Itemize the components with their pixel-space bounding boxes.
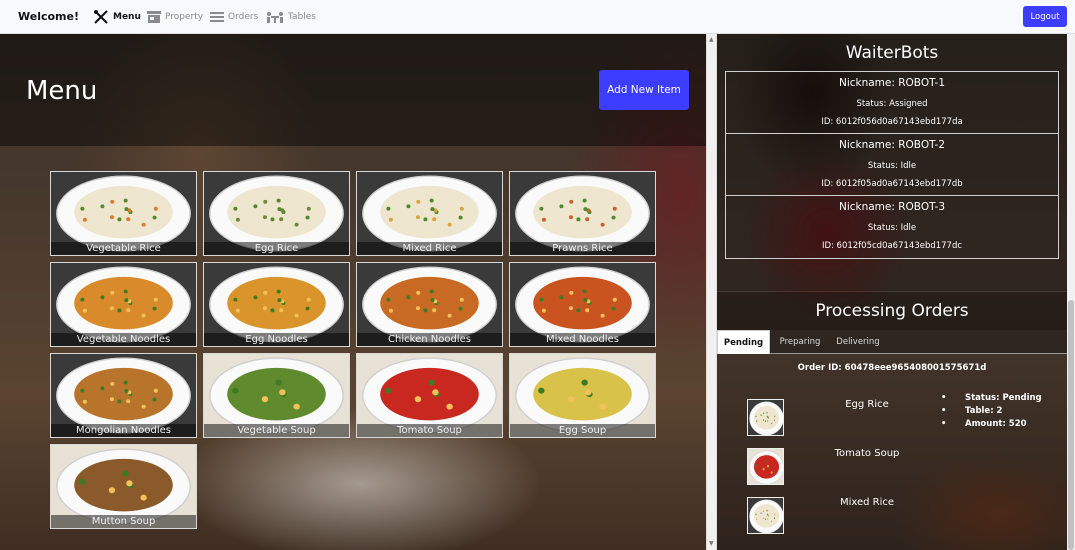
menu-item-card[interactable]: Egg Soup bbox=[509, 353, 656, 438]
nav-tables-label: Tables bbox=[288, 12, 316, 22]
order-item-thumbnail bbox=[747, 399, 784, 436]
order-item: Tomato Soup bbox=[747, 448, 927, 486]
store-icon bbox=[147, 11, 161, 23]
menu-item-card[interactable]: Chicken Noodles bbox=[356, 262, 503, 347]
menu-item-name: Prawns Rice bbox=[510, 242, 655, 255]
pane-scrollbar[interactable]: ▲ ▼ bbox=[706, 34, 717, 550]
table-icon bbox=[267, 12, 283, 23]
bot-item[interactable]: Nickname: ROBOT-2 Status: Idle ID: 6012f… bbox=[726, 134, 1058, 196]
menu-item-name: Mongolian Noodles bbox=[51, 424, 196, 437]
order-details: Status: Pending Table: 2 Amount: 520 bbox=[941, 392, 1061, 431]
nav-property-label: Property bbox=[165, 12, 204, 22]
bot-status: Status: Idle bbox=[867, 223, 917, 233]
bot-list: Nickname: ROBOT-1 Status: Assigned ID: 6… bbox=[725, 71, 1059, 259]
order-item-name: Mixed Rice bbox=[839, 497, 895, 508]
order-id: Order ID: 60478eee965408001575671d bbox=[797, 363, 987, 373]
menu-item-card[interactable]: Prawns Rice bbox=[509, 171, 656, 256]
menu-item-name: Vegetable Noodles bbox=[51, 333, 196, 346]
menu-item-name: Vegetable Rice bbox=[51, 242, 196, 255]
order-amount: Amount: 520 bbox=[941, 418, 1061, 431]
menu-header: Menu Add New Item bbox=[0, 34, 706, 146]
bot-nickname: Nickname: ROBOT-2 bbox=[838, 139, 946, 151]
bot-item[interactable]: Nickname: ROBOT-1 Status: Assigned ID: 6… bbox=[726, 72, 1058, 134]
nav-menu-label: Menu bbox=[113, 12, 141, 22]
bot-id: ID: 6012f05cd0a67143ebd177dc bbox=[821, 241, 963, 251]
brand[interactable]: Welcome! bbox=[18, 10, 79, 23]
order-item-name: Tomato Soup bbox=[834, 448, 900, 459]
nav-menu-link[interactable]: Menu bbox=[93, 9, 141, 25]
menu-item-card[interactable]: Mixed Rice bbox=[356, 171, 503, 256]
list-icon bbox=[210, 12, 224, 22]
menu-item-card[interactable]: Tomato Soup bbox=[356, 353, 503, 438]
bot-id: ID: 6012f056d0a67143ebd177da bbox=[821, 117, 963, 127]
scroll-up-icon[interactable]: ▲ bbox=[709, 36, 714, 43]
order-item: Egg Rice bbox=[747, 399, 927, 437]
menu-item-card[interactable]: Egg Noodles bbox=[203, 262, 350, 347]
menu-item-name: Mixed Noodles bbox=[510, 333, 655, 346]
menu-item-card[interactable]: Egg Rice bbox=[203, 171, 350, 256]
waiterbots-section: WaiterBots Nickname: ROBOT-1 Status: Ass… bbox=[717, 34, 1067, 291]
scroll-down-icon[interactable]: ▼ bbox=[709, 540, 714, 547]
bot-status: Status: Idle bbox=[867, 161, 917, 171]
menu-item-name: Chicken Noodles bbox=[357, 333, 502, 346]
right-pane: WaiterBots Nickname: ROBOT-1 Status: Ass… bbox=[717, 34, 1067, 550]
fork-knife-icon bbox=[94, 10, 108, 24]
menu-item-name: Egg Noodles bbox=[204, 333, 349, 346]
logout-button[interactable]: Logout bbox=[1023, 6, 1067, 27]
menu-item-card[interactable]: Vegetable Soup bbox=[203, 353, 350, 438]
page-title: Menu bbox=[26, 76, 98, 106]
tab-delivering[interactable]: Delivering bbox=[831, 330, 885, 354]
order-item-thumbnail bbox=[747, 448, 784, 485]
menu-item-card[interactable]: Mongolian Noodles bbox=[50, 353, 197, 438]
waiterbots-title: WaiterBots bbox=[845, 43, 939, 63]
menu-item-card[interactable]: Mixed Noodles bbox=[509, 262, 656, 347]
nav-orders-link[interactable]: Orders bbox=[210, 9, 258, 25]
bot-nickname: Nickname: ROBOT-3 bbox=[838, 201, 946, 213]
menu-item-name: Egg Soup bbox=[510, 424, 655, 437]
menu-item-name: Egg Rice bbox=[204, 242, 349, 255]
bot-item[interactable]: Nickname: ROBOT-3 Status: Idle ID: 6012f… bbox=[726, 196, 1058, 258]
menu-item-name: Vegetable Soup bbox=[204, 424, 349, 437]
bot-nickname: Nickname: ROBOT-1 bbox=[838, 77, 946, 89]
menu-item-name: Tomato Soup bbox=[357, 424, 502, 437]
order-item-thumbnail bbox=[747, 497, 784, 534]
order-table: Table: 2 bbox=[941, 405, 1061, 418]
menu-item-grid: Vegetable Rice Egg Rice Mixed Rice Prawns R… bbox=[50, 171, 660, 531]
nav-orders-label: Orders bbox=[228, 12, 259, 22]
nav-tables-link[interactable]: Tables bbox=[266, 9, 316, 25]
menu-item-name: Mutton Soup bbox=[51, 515, 196, 528]
order-status-tabs: Pending Preparing Delivering bbox=[717, 330, 1067, 354]
bot-status: Status: Assigned bbox=[856, 99, 928, 109]
bot-id: ID: 6012f05ad0a67143ebd177db bbox=[821, 179, 963, 189]
tab-preparing[interactable]: Preparing bbox=[772, 330, 828, 354]
tab-pending[interactable]: Pending bbox=[717, 330, 770, 354]
add-new-item-button[interactable]: Add New Item bbox=[599, 70, 689, 110]
order-status: Status: Pending bbox=[941, 392, 1061, 405]
menu-item-card[interactable]: Vegetable Noodles bbox=[50, 262, 197, 347]
nav-property-link[interactable]: Property bbox=[147, 9, 203, 25]
menu-item-card[interactable]: Vegetable Rice bbox=[50, 171, 197, 256]
menu-pane: Menu Add New Item Vegetable Rice Egg Rice… bbox=[0, 34, 706, 550]
menu-item-card[interactable]: Mutton Soup bbox=[50, 444, 197, 529]
top-navbar: Welcome! Menu Property Orders Tables Log… bbox=[0, 0, 1075, 34]
order-item: Mixed Rice bbox=[747, 497, 927, 535]
menu-item-name: Mixed Rice bbox=[357, 242, 502, 255]
order-item-name: Egg Rice bbox=[845, 399, 889, 410]
processing-orders-title: Processing Orders bbox=[815, 301, 969, 321]
page-scroll-thumb[interactable] bbox=[1068, 300, 1074, 550]
processing-orders-header: Processing Orders bbox=[717, 292, 1067, 330]
